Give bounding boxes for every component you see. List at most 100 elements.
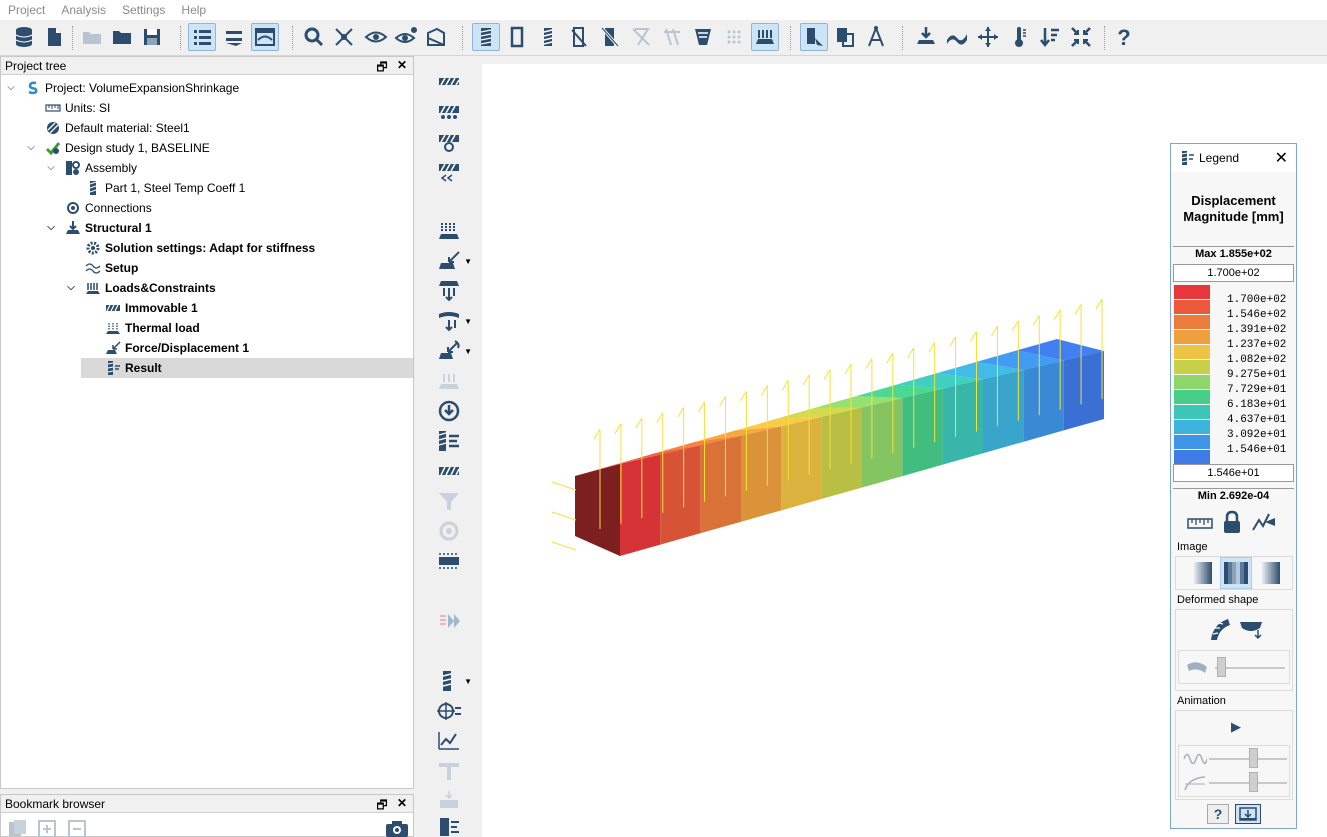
slider-constraint-icon[interactable] — [436, 98, 464, 124]
shrink-icon[interactable] — [1067, 23, 1095, 51]
funnel-disabled-icon[interactable] — [436, 488, 464, 514]
tree-item-part[interactable]: Part 1, Steel Temp Coeff 1 — [65, 178, 245, 198]
part-mirror-icon[interactable] — [689, 23, 717, 51]
tree-item-solution-settings[interactable]: Solution settings: Adapt for stiffness — [65, 238, 315, 258]
close-panel-icon[interactable]: ✕ — [395, 58, 409, 72]
lock-icon[interactable] — [1221, 510, 1243, 534]
menu-analysis[interactable]: Analysis — [53, 0, 114, 20]
part-disabled-2-icon[interactable] — [658, 23, 686, 51]
tree-item-connections[interactable]: Connections — [45, 198, 152, 218]
thermal-load-tool-icon[interactable] — [436, 218, 464, 244]
bookmark-toggle-icon[interactable] — [220, 23, 248, 51]
legend-help-button[interactable]: ? — [1207, 804, 1229, 824]
moment-tool-icon[interactable]: ▼ — [436, 338, 472, 364]
amplitude-slider-handle[interactable] — [1249, 772, 1258, 792]
menu-help[interactable]: Help — [173, 0, 214, 20]
elastic-support-icon[interactable] — [436, 158, 464, 184]
view-eye-icon[interactable] — [362, 23, 390, 51]
measure-compass-icon[interactable] — [862, 23, 890, 51]
camera-icon[interactable] — [385, 819, 409, 837]
tree-item-units[interactable]: Units: SI — [25, 98, 110, 118]
database-icon[interactable] — [10, 23, 38, 51]
tree-item-structural[interactable]: ⌵ Structural 1 — [45, 218, 152, 238]
collapse-arrow-icon[interactable]: ⌵ — [45, 158, 57, 178]
menu-settings[interactable]: Settings — [114, 0, 173, 20]
view-eye-settings-icon[interactable] — [392, 23, 420, 51]
part-icon[interactable] — [472, 23, 500, 51]
collapse-arrow-icon[interactable]: ⌵ — [65, 278, 77, 298]
tree-item-setup[interactable]: Setup — [65, 258, 138, 278]
play-icon[interactable]: ▶ — [1231, 719, 1241, 735]
open-folder-icon[interactable] — [108, 23, 136, 51]
target-probe-icon[interactable] — [436, 698, 464, 724]
part-outline-icon[interactable] — [503, 23, 531, 51]
tree-item-assembly[interactable]: ⌵ Assembly — [45, 158, 137, 178]
scale-sort-icon[interactable] — [1036, 23, 1064, 51]
pin-constraint-icon[interactable] — [436, 128, 464, 154]
dashed-support-icon[interactable] — [436, 548, 464, 574]
float-panel-icon[interactable]: 🗗 — [375, 796, 389, 817]
tree-item-thermal-load[interactable]: Thermal load — [85, 318, 200, 338]
tree-item-immovable[interactable]: Immovable 1 — [85, 298, 198, 318]
tree-item-force-displacement[interactable]: Force/Displacement 1 — [85, 338, 249, 358]
open-folder-disabled-icon[interactable] — [78, 23, 106, 51]
deformed-load-icon[interactable] — [1238, 618, 1266, 640]
pressure-tool-icon[interactable] — [436, 278, 464, 304]
legend-upper-input[interactable]: 1.700e+02 — [1173, 264, 1294, 282]
force-tool-icon[interactable]: ▼ — [436, 248, 472, 274]
float-panel-icon[interactable]: 🗗 — [375, 58, 389, 79]
tree-item-design-study[interactable]: ⌵ Design study 1, BASELINE — [25, 138, 210, 158]
close-panel-icon[interactable]: ✕ — [395, 796, 409, 810]
ruler-icon[interactable] — [1187, 512, 1213, 534]
bearing-load-icon[interactable]: ▼ — [436, 308, 472, 334]
collapse-arrow-icon[interactable]: ⌵ — [25, 138, 37, 158]
help-icon[interactable]: ? — [1110, 23, 1138, 51]
loads-constraints-icon[interactable] — [751, 23, 779, 51]
rotate-disabled-icon[interactable] — [436, 518, 464, 544]
remove-bookmark-icon[interactable] — [67, 819, 89, 837]
image-style-smooth-icon[interactable] — [1190, 559, 1216, 587]
menu-project[interactable]: Project — [0, 0, 53, 20]
scale-graph-icon[interactable] — [1251, 510, 1277, 534]
amplitude-slider-track[interactable] — [1209, 782, 1287, 784]
deformed-shape-icon[interactable] — [1208, 616, 1232, 642]
shell-icon[interactable] — [436, 458, 464, 484]
filter-disabled-icon[interactable] — [436, 758, 464, 784]
collapse-arrow-icon[interactable]: ⌵ — [45, 218, 57, 238]
download-circle-icon[interactable] — [436, 398, 464, 424]
save-icon[interactable] — [138, 23, 166, 51]
collapse-arrow-icon[interactable]: ⌵ — [5, 78, 17, 98]
part-edit-icon[interactable] — [565, 23, 593, 51]
thermometer-icon[interactable] — [1005, 23, 1033, 51]
part-hide-icon[interactable] — [596, 23, 624, 51]
new-document-icon[interactable] — [40, 23, 68, 51]
fit-all-icon[interactable] — [330, 23, 358, 51]
tree-list-toggle-icon[interactable] — [188, 23, 216, 51]
probe-disabled-icon[interactable] — [436, 788, 464, 814]
close-icon[interactable]: ✕ — [1275, 148, 1288, 168]
gravity-disabled-icon[interactable] — [436, 368, 464, 394]
part-hatched-icon[interactable] — [534, 23, 562, 51]
tree-item-default-material[interactable]: Default material: Steel1 — [25, 118, 190, 138]
forward-arrows-icon[interactable] — [436, 608, 464, 634]
tree-item-result[interactable]: Result — [81, 358, 413, 378]
image-style-banded-icon[interactable] — [1220, 557, 1252, 589]
tree-item-loads-constraints[interactable]: ⌵ Loads&Constraints — [65, 278, 215, 298]
immovable-constraint-icon[interactable] — [436, 68, 464, 94]
result-compare-icon[interactable] — [831, 23, 859, 51]
frequency-slider-track[interactable] — [1209, 758, 1287, 760]
part-disabled-icon[interactable] — [627, 23, 655, 51]
graph-icon[interactable] — [436, 728, 464, 754]
load-down-icon[interactable] — [912, 23, 940, 51]
add-bookmark-icon[interactable] — [37, 819, 59, 837]
section-view-icon[interactable] — [422, 23, 450, 51]
dots-grid-icon[interactable] — [720, 23, 748, 51]
move-gizmo-icon[interactable] — [974, 23, 1002, 51]
deform-icon[interactable] — [943, 23, 971, 51]
contact-list-icon[interactable] — [436, 428, 464, 454]
zoom-search-icon[interactable] — [300, 23, 328, 51]
result-pointer-icon[interactable] — [800, 23, 828, 51]
legend-lower-input[interactable]: 1.546e+01 — [1173, 464, 1294, 482]
deformation-scale-handle[interactable] — [1217, 657, 1226, 677]
legend-dock-button[interactable] — [1235, 804, 1261, 824]
